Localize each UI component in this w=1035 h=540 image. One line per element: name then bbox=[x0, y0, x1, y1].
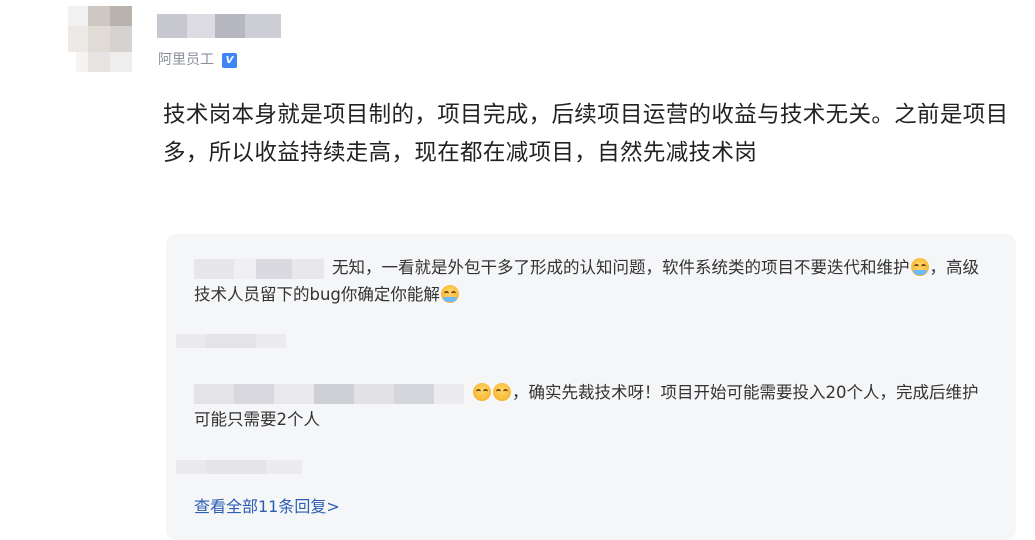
crying-laughing-emoji-icon bbox=[910, 258, 929, 276]
crying-laughing-emoji-icon bbox=[440, 285, 459, 303]
reply-username-redacted[interactable] bbox=[194, 383, 464, 404]
verified-badge-icon: V bbox=[222, 52, 237, 68]
avatar[interactable] bbox=[68, 6, 144, 76]
author-org-label: 阿里员工 bbox=[158, 52, 214, 68]
author-org: 阿里员工 V bbox=[158, 51, 237, 69]
sad-face-emoji-icon bbox=[493, 383, 511, 401]
reply-item: 无知，一看就是外包干多了形成的认知问题，软件系统类的项目不要迭代和维护 ，高级技术… bbox=[194, 254, 984, 308]
view-all-replies-link[interactable]: 查看全部11条回复> bbox=[194, 496, 340, 518]
reply-username-redacted[interactable] bbox=[194, 258, 324, 279]
reply-item: ，确实先裁技术呀！项目开始可能需要投入20个人，完成后维护可能只需要2个人 bbox=[194, 379, 984, 433]
weibo-post: 阿里员工 V 技术岗本身就是项目制的，项目完成，后续项目运营的收益与技术无关。之… bbox=[0, 0, 1035, 540]
reply-list: 无知，一看就是外包干多了形成的认知问题，软件系统类的项目不要迭代和维护 ，高级技术… bbox=[166, 234, 1016, 540]
reply-meta-redacted bbox=[176, 334, 286, 348]
reply-text: 无知，一看就是外包干多了形成的认知问题，软件系统类的项目不要迭代和维护 bbox=[332, 258, 910, 277]
post-body: 技术岗本身就是项目制的，项目完成，后续项目运营的收益与技术无关。之前是项目多，所… bbox=[163, 102, 1009, 166]
sad-face-emoji-icon bbox=[473, 383, 491, 401]
reply-meta-redacted bbox=[176, 460, 302, 474]
username-redacted[interactable] bbox=[157, 14, 281, 38]
